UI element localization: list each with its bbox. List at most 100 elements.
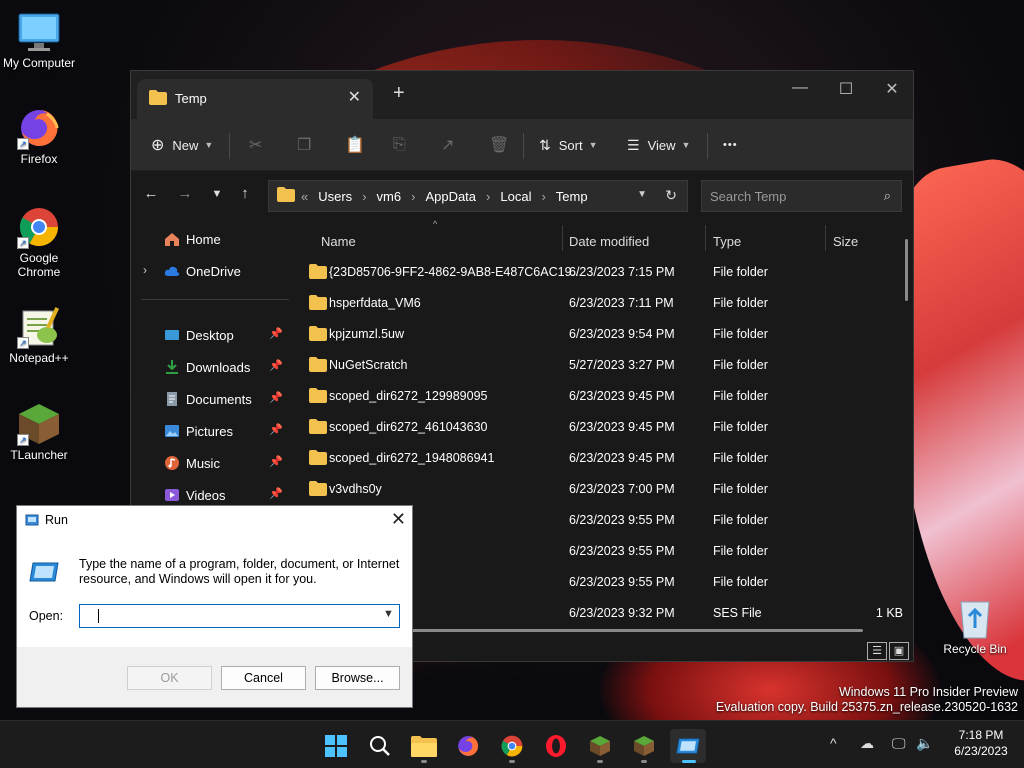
tlauncher-icon: ↗ <box>17 402 61 446</box>
chevron-right-icon: › <box>411 188 416 204</box>
rename-button[interactable]: ⎘ <box>393 119 406 171</box>
new-tab-icon[interactable]: + <box>393 83 405 103</box>
run-icon <box>29 561 59 586</box>
taskbar-minecraft-1[interactable] <box>582 729 618 763</box>
firefox-icon <box>458 736 479 756</box>
run-title: Run <box>45 513 68 527</box>
column-header-size[interactable]: Size <box>825 225 905 257</box>
tab-close-icon[interactable]: ✕ <box>348 87 361 107</box>
sort-button[interactable]: ⇅ Sort ▼ <box>539 119 598 171</box>
cancel-button[interactable]: Cancel <box>221 666 306 690</box>
system-clock[interactable]: 7:18 PM 6/23/2023 <box>946 727 1016 759</box>
close-icon[interactable]: ✕ <box>391 509 406 530</box>
file-type: File folder <box>713 296 768 310</box>
taskbar-opera[interactable] <box>538 729 574 763</box>
desktop-icon-tlauncher[interactable]: ↗ TLauncher <box>0 402 79 462</box>
new-button[interactable]: ⊕ New ▼ <box>151 119 213 171</box>
taskbar-file-explorer[interactable] <box>406 729 442 763</box>
chevron-down-icon[interactable]: ▼ <box>383 608 394 620</box>
more-options-button[interactable]: ••• <box>723 119 738 171</box>
table-row[interactable]: kpjzumzl.5uw 6/23/2023 9:54 PM File folder <box>291 319 901 350</box>
volume-icon[interactable]: 🔈 <box>916 735 933 752</box>
taskbar-run[interactable] <box>670 729 706 763</box>
file-type: File folder <box>713 389 768 403</box>
address-dropdown-icon[interactable]: ▼ <box>637 189 647 200</box>
sidebar-item-music[interactable]: Music 📌 <box>131 449 289 477</box>
paste-button[interactable]: 📋 <box>345 119 365 171</box>
browse-button[interactable]: Browse... <box>315 666 400 690</box>
taskbar-minecraft-2[interactable] <box>626 729 662 763</box>
trash-icon: 🗑 <box>489 137 510 154</box>
refresh-icon[interactable]: ↻ <box>665 187 677 204</box>
file-type: File folder <box>713 544 768 558</box>
breadcrumb-vm6[interactable]: vm6 <box>377 189 402 204</box>
sidebar-item-pictures[interactable]: Pictures 📌 <box>131 417 289 445</box>
column-header-type[interactable]: Type <box>705 225 825 257</box>
table-row[interactable]: hsperfdata_VM6 6/23/2023 7:11 PM File fold… <box>291 288 901 319</box>
show-hidden-icons-icon[interactable]: ^ <box>830 735 837 751</box>
sidebar-item-documents[interactable]: Documents 📌 <box>131 385 289 413</box>
recent-locations-icon[interactable]: ▼ <box>205 188 229 200</box>
breadcrumb-temp[interactable]: Temp <box>556 189 588 204</box>
share-button[interactable]: ↗ <box>441 119 454 171</box>
taskbar-firefox[interactable] <box>450 729 486 763</box>
vertical-scrollbar[interactable] <box>905 239 908 301</box>
maximize-icon[interactable]: ☐ <box>823 79 869 99</box>
file-date: 6/23/2023 9:45 PM <box>569 389 675 403</box>
network-icon[interactable]: 🖵 <box>892 735 906 752</box>
address-bar[interactable]: « Users › vm6 › AppData › Local › Temp ▼… <box>268 180 688 212</box>
breadcrumb-users[interactable]: Users <box>318 189 352 204</box>
file-name: scoped_dir6272_461043630 <box>329 420 488 434</box>
delete-button[interactable]: 🗑 <box>489 119 509 171</box>
tab-temp[interactable]: Temp ✕ <box>137 79 373 119</box>
details-view-icon[interactable]: ☰ <box>867 642 887 660</box>
breadcrumb-local[interactable]: Local <box>500 189 531 204</box>
sidebar-item-desktop[interactable]: Desktop 📌 <box>131 321 289 349</box>
desktop-icon-chrome[interactable]: ↗ Google Chrome <box>0 205 79 279</box>
table-row[interactable]: scoped_dir6272_1948086941 6/23/2023 9:45 … <box>291 443 901 474</box>
up-icon[interactable]: ↑ <box>233 185 257 202</box>
table-row[interactable]: v3vdhs0y 6/23/2023 7:00 PM File folder <box>291 474 901 505</box>
chevron-right-icon: › <box>541 188 546 204</box>
file-type: File folder <box>713 358 768 372</box>
back-icon[interactable]: ← <box>139 185 163 202</box>
column-header-name[interactable]: Name <box>313 225 563 257</box>
cloud-offline-icon[interactable]: ☁ <box>860 735 874 752</box>
copy-button[interactable]: ❐ <box>297 119 311 171</box>
file-date: 6/23/2023 9:45 PM <box>569 451 675 465</box>
table-row[interactable]: scoped_dir6272_461043630 6/23/2023 9:45 P… <box>291 412 901 443</box>
file-name: v3vdhs0y <box>329 482 382 496</box>
ok-button[interactable]: OK <box>127 666 212 690</box>
close-icon[interactable]: ✕ <box>869 79 915 99</box>
cut-button[interactable]: ✂ <box>249 119 262 171</box>
desktop-icon-recycle-bin[interactable]: Recycle Bin <box>940 596 1010 656</box>
start-button[interactable] <box>318 729 354 763</box>
breadcrumb-appdata[interactable]: AppData <box>425 189 476 204</box>
search-input[interactable]: Search Temp ⌕ <box>701 180 902 212</box>
overflow-icon[interactable]: « <box>301 189 308 204</box>
chrome-icon: ↗ <box>17 205 61 249</box>
table-row[interactable]: NuGetScratch 5/27/2023 3:27 PM File folder <box>291 350 901 381</box>
sidebar-item-home[interactable]: Home <box>131 225 289 253</box>
shortcut-arrow-icon: ↗ <box>17 237 29 249</box>
sidebar-item-downloads[interactable]: Downloads 📌 <box>131 353 289 381</box>
view-button[interactable]: ☰ View ▼ <box>627 119 690 171</box>
minimize-icon[interactable]: — <box>777 79 823 97</box>
forward-icon[interactable]: → <box>173 185 197 202</box>
desktop-icon-firefox[interactable]: ↗ Firefox <box>0 106 79 166</box>
table-row[interactable]: {23D85706-9FF2-4862-9AB8-E487C6AC19... 6/… <box>291 257 901 288</box>
tiles-view-icon[interactable]: ▣ <box>889 642 909 660</box>
shortcut-arrow-icon: ↗ <box>17 337 29 349</box>
taskbar-chrome[interactable] <box>494 729 530 763</box>
run-description: Type the name of a program, folder, docu… <box>79 557 400 586</box>
search-icon <box>370 736 390 756</box>
taskbar-search-button[interactable] <box>362 729 398 763</box>
chevron-right-icon[interactable]: › <box>143 263 147 277</box>
column-header-date[interactable]: Date modified <box>561 225 705 257</box>
desktop-icon-my-computer[interactable]: My Computer <box>0 10 79 70</box>
table-row[interactable]: scoped_dir6272_129989095 6/23/2023 9:45 P… <box>291 381 901 412</box>
desktop-icon-notepadpp[interactable]: ↗ Notepad++ <box>0 305 79 365</box>
explorer-titlebar: Temp ✕ + — ☐ ✕ <box>131 71 913 119</box>
open-input[interactable] <box>79 604 400 628</box>
sidebar-item-onedrive[interactable]: › OneDrive <box>131 257 289 285</box>
